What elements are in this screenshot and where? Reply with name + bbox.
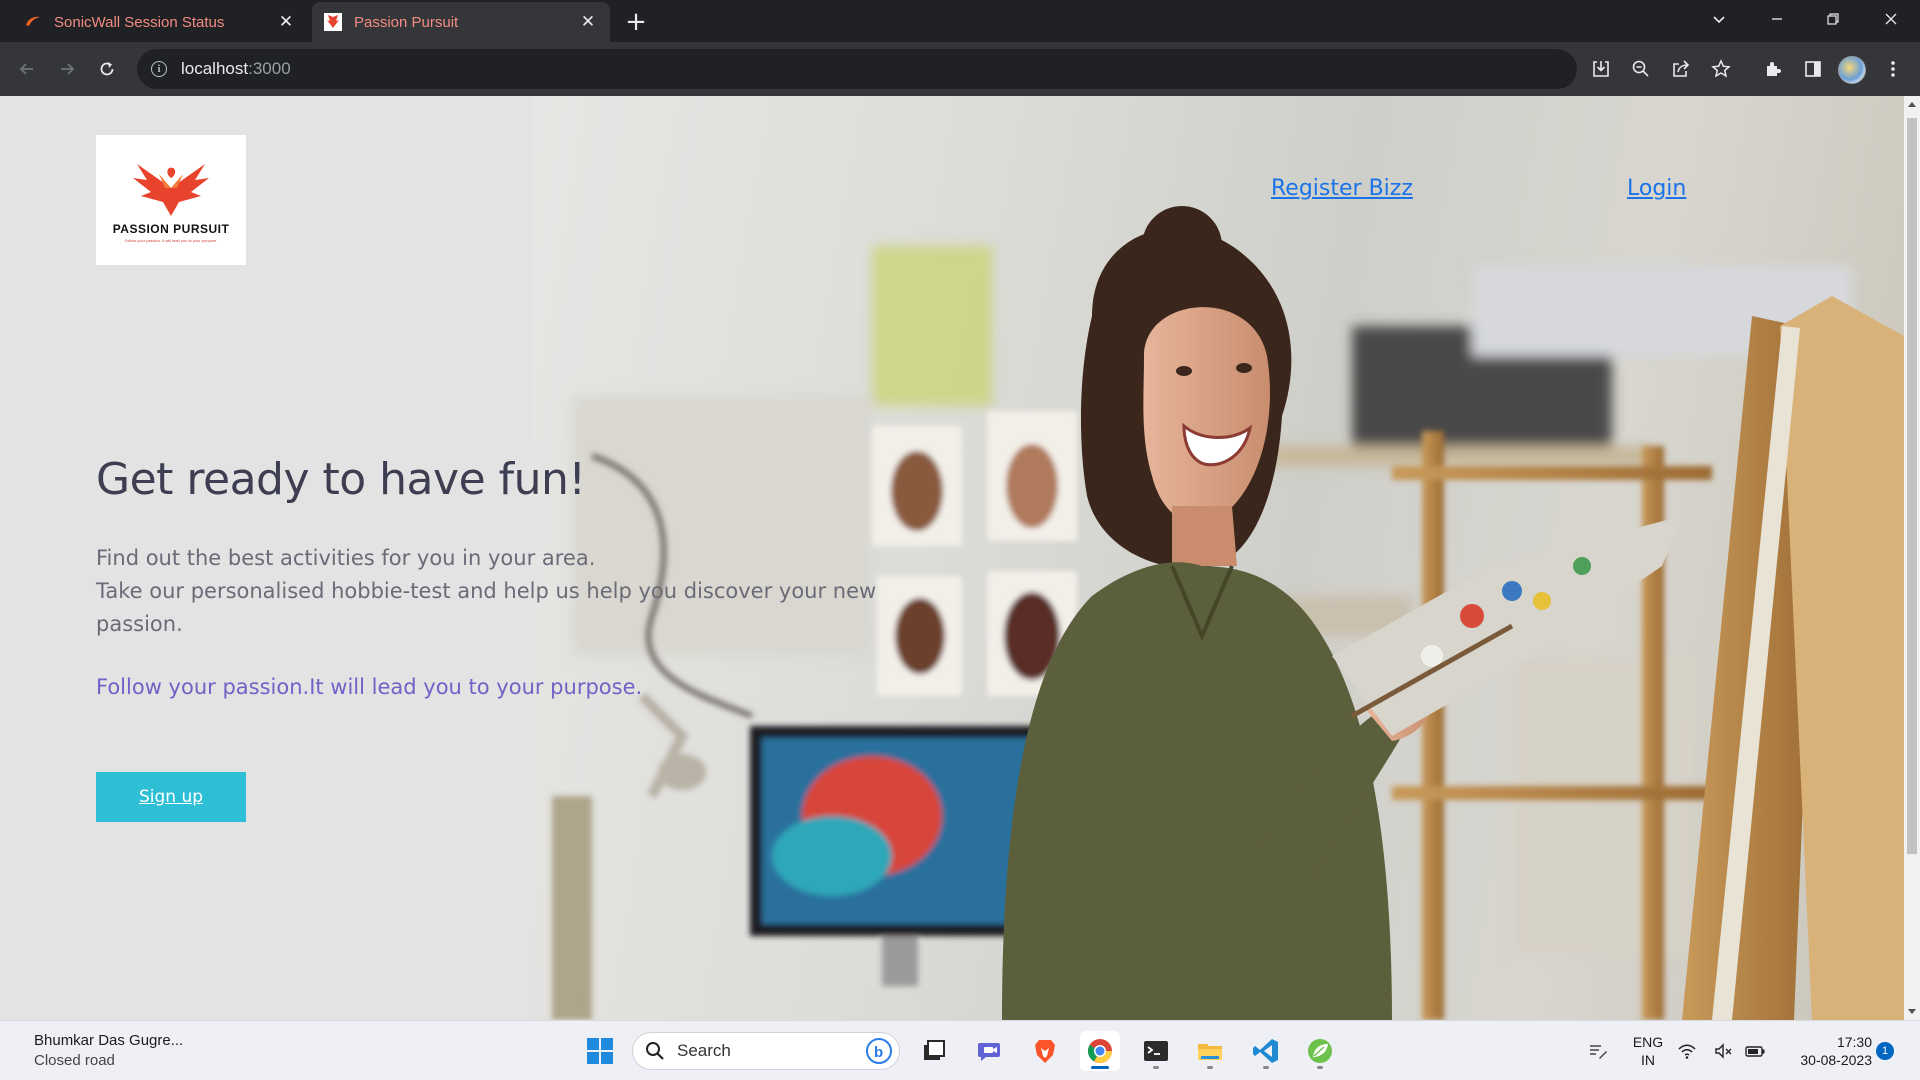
taskbar-search-label: Search (677, 1041, 731, 1060)
scroll-down-arrow-icon[interactable] (1908, 1009, 1916, 1014)
profile-avatar[interactable] (1838, 56, 1866, 84)
browser-toolbar: i localhost:3000 (0, 42, 1920, 96)
folder-icon (1198, 1044, 1222, 1060)
active-app-indicator (1091, 1066, 1109, 1069)
notification-badge[interactable]: 1 (1876, 1042, 1894, 1060)
windows-logo-icon (587, 1038, 613, 1064)
weather-subtitle: Closed road (34, 1052, 115, 1069)
tab-search-icon[interactable] (1694, 0, 1744, 38)
search-icon (646, 1042, 664, 1060)
running-app-indicator (1263, 1066, 1269, 1069)
language-line-1: ENG (1632, 1034, 1664, 1050)
wifi-icon (1678, 1044, 1696, 1059)
address-bar[interactable]: i localhost:3000 (137, 49, 1577, 89)
running-app-indicator (1153, 1066, 1159, 1069)
svg-text:b: b (874, 1044, 883, 1061)
weather-title: Bhumkar Das Gugre... (34, 1032, 184, 1049)
weather-widget[interactable]: Bhumkar Das Gugre... Closed road (34, 1031, 183, 1071)
tab-title: Passion Pursuit (354, 13, 459, 31)
site-info-icon[interactable]: i (151, 61, 167, 77)
running-app-indicator (1317, 1066, 1323, 1069)
close-tab-icon[interactable]: ✕ (276, 12, 296, 32)
wifi-button[interactable] (1672, 1031, 1702, 1071)
taskbar-search-box[interactable]: Search b (632, 1032, 900, 1070)
hero-tagline: Follow your passion.It will lead you to … (96, 675, 643, 699)
page-headline: Get ready to have fun! (96, 454, 586, 505)
description-line-2: Take our personalised hobbie-test and he… (96, 579, 877, 636)
bing-icon: b (866, 1038, 892, 1064)
clock[interactable]: 17:30 30-08-2023 (1776, 1033, 1872, 1069)
tab-title: SonicWall Session Status (54, 13, 225, 31)
brave-browser-button[interactable] (1025, 1031, 1065, 1071)
leaf-app-button[interactable] (1300, 1031, 1340, 1071)
clock-time: 17:30 (1836, 1034, 1872, 1050)
logo-brand-text: PASSION PURSUIT (112, 221, 230, 236)
battery-button[interactable] (1740, 1031, 1770, 1071)
hero-description: Find out the best activities for you in … (96, 542, 936, 641)
language-line-2: IN (1641, 1052, 1655, 1068)
address-port: :3000 (248, 59, 291, 78)
side-panel-icon[interactable] (1798, 54, 1828, 84)
start-button[interactable] (580, 1031, 620, 1071)
battery-icon (1745, 1046, 1765, 1057)
description-line-1: Find out the best activities for you in … (96, 546, 596, 570)
menu-kebab-icon[interactable] (1878, 54, 1908, 84)
phoenix-logo-icon (133, 163, 209, 216)
scroll-up-arrow-icon[interactable] (1908, 102, 1916, 107)
pen-menu-button[interactable] (1578, 1031, 1618, 1071)
chat-icon (978, 1043, 1000, 1061)
bookmark-star-icon[interactable] (1706, 54, 1736, 84)
file-explorer-button[interactable] (1190, 1031, 1230, 1071)
passion-pursuit-icon (324, 13, 342, 31)
scrollbar-thumb[interactable] (1907, 118, 1917, 854)
task-view-icon (924, 1040, 945, 1060)
vscode-icon (1253, 1039, 1278, 1063)
address-host: localhost (181, 59, 249, 78)
login-link[interactable]: Login (1627, 176, 1686, 201)
reload-button[interactable] (90, 52, 124, 86)
restore-window-button[interactable] (1808, 0, 1858, 38)
terminal-button[interactable] (1136, 1031, 1176, 1071)
windows-taskbar: Bhumkar Das Gugre... Closed road Search … (0, 1020, 1920, 1080)
forward-button[interactable] (50, 52, 84, 86)
leaf-icon (1308, 1039, 1332, 1063)
running-app-indicator (1207, 1066, 1213, 1069)
clock-date: 30-08-2023 (1800, 1052, 1872, 1068)
vscode-button[interactable] (1246, 1031, 1286, 1071)
tab-passion-pursuit[interactable]: Passion Pursuit ✕ (312, 2, 610, 42)
sonicwall-icon (26, 16, 40, 26)
language-indicator[interactable]: ENG IN (1626, 1033, 1670, 1069)
teams-chat-button[interactable] (970, 1031, 1010, 1071)
back-button[interactable] (10, 52, 44, 86)
pen-menu-icon (1590, 1045, 1607, 1059)
task-view-button[interactable] (914, 1031, 954, 1071)
terminal-icon (1144, 1041, 1168, 1061)
zoom-icon[interactable] (1626, 54, 1656, 84)
close-tab-icon[interactable]: ✕ (578, 12, 598, 32)
volume-button[interactable] (1708, 1031, 1738, 1071)
share-icon[interactable] (1666, 54, 1696, 84)
logo-tagline-text: Follow your passion. It will lead you to… (124, 237, 218, 243)
chrome-icon (1087, 1039, 1112, 1064)
sign-up-button[interactable]: Sign up (96, 772, 246, 822)
extensions-icon[interactable] (1758, 54, 1788, 84)
chrome-button[interactable] (1080, 1031, 1120, 1071)
tab-sonicwall[interactable]: SonicWall Session Status ✕ (0, 2, 308, 42)
close-window-button[interactable] (1866, 0, 1916, 38)
new-tab-button[interactable]: + (620, 6, 652, 38)
browser-tab-strip: SonicWall Session Status ✕ Passion Pursu… (0, 0, 1920, 42)
brave-lion-icon (1035, 1040, 1055, 1063)
page-scrollbar[interactable] (1904, 96, 1920, 1020)
page-viewport: PASSION PURSUIT Follow your passion. It … (0, 96, 1904, 1020)
register-bizz-link[interactable]: Register Bizz (1271, 176, 1413, 201)
install-app-icon[interactable] (1586, 54, 1616, 84)
volume-muted-icon (1715, 1043, 1732, 1059)
site-logo[interactable]: PASSION PURSUIT Follow your passion. It … (96, 135, 246, 265)
minimize-window-button[interactable] (1752, 0, 1802, 38)
